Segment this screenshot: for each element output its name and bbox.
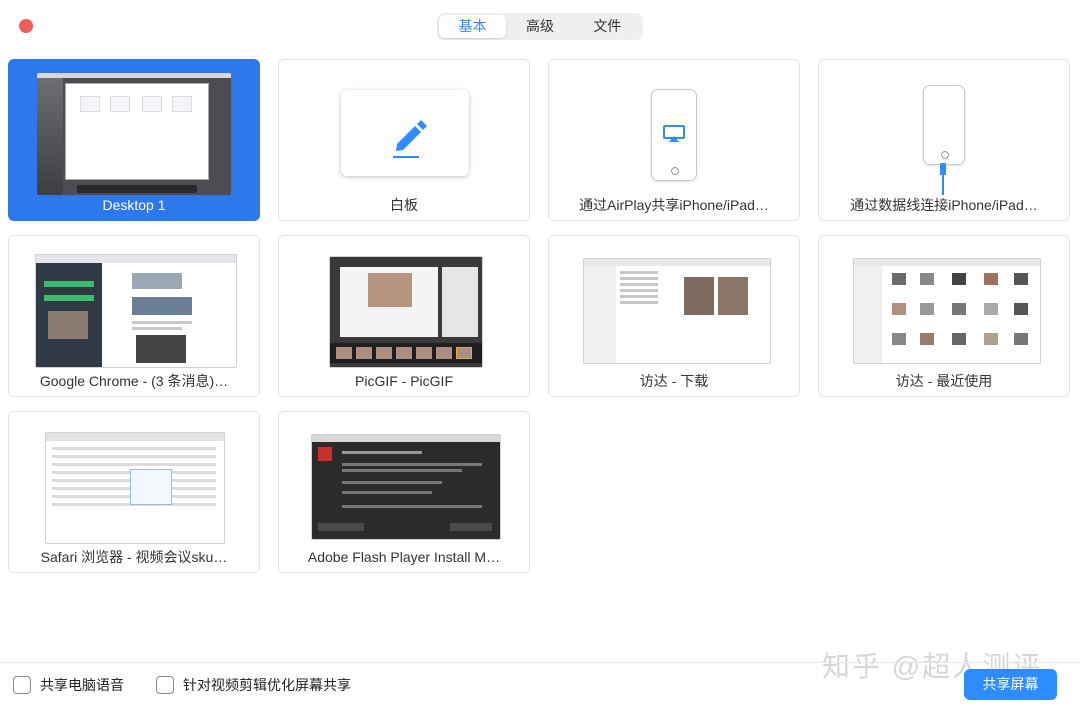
- card-label: Safari 浏览器 - 视频会议sku…: [40, 549, 228, 565]
- finder-downloads-thumbnail: [583, 258, 771, 364]
- share-option-cable[interactable]: 通过数据线连接iPhone/iPad…: [818, 59, 1070, 221]
- share-option-whiteboard[interactable]: 白板: [278, 59, 530, 221]
- chrome-thumbnail: [35, 254, 237, 368]
- card-label: Desktop 1: [102, 197, 166, 213]
- share-option-finder-downloads[interactable]: 访达 - 下载: [548, 235, 800, 397]
- card-label: Google Chrome - (3 条消息)…: [39, 373, 229, 389]
- desktop-thumbnail: [37, 73, 231, 195]
- share-audio-checkbox[interactable]: 共享电脑语音: [13, 675, 124, 695]
- close-window-button[interactable]: [19, 19, 33, 33]
- iphone-thumbnail: [923, 85, 965, 165]
- share-option-picgif[interactable]: PicGIF - PicGIF: [278, 235, 530, 397]
- optimize-video-checkbox[interactable]: 针对视频剪辑优化屏幕共享: [156, 675, 351, 695]
- share-tabs: 基本 高级 文件: [437, 13, 643, 40]
- whiteboard-thumbnail: [341, 90, 469, 176]
- safari-thumbnail: [45, 432, 225, 544]
- share-option-safari[interactable]: Safari 浏览器 - 视频会议sku…: [8, 411, 260, 573]
- share-option-desktop-1[interactable]: Desktop 1: [8, 59, 260, 221]
- share-option-finder-recent[interactable]: 访达 - 最近使用: [818, 235, 1070, 397]
- bottom-bar: 共享电脑语音 针对视频剪辑优化屏幕共享 共享屏幕: [0, 662, 1080, 707]
- card-label: PicGIF - PicGIF: [355, 373, 453, 389]
- flash-installer-thumbnail: [311, 434, 501, 540]
- picgif-thumbnail: [329, 256, 483, 368]
- card-label: 白板: [390, 197, 418, 213]
- card-label: 访达 - 最近使用: [895, 373, 993, 389]
- share-screen-button[interactable]: 共享屏幕: [964, 669, 1057, 700]
- share-option-chrome[interactable]: Google Chrome - (3 条消息)…: [8, 235, 260, 397]
- checkbox-box[interactable]: [13, 676, 31, 694]
- cable-icon: [940, 163, 946, 195]
- finder-recent-thumbnail: [853, 258, 1041, 364]
- card-label: 通过AirPlay共享iPhone/iPad…: [579, 197, 769, 213]
- share-option-flash-installer[interactable]: Adobe Flash Player Install M…: [278, 411, 530, 573]
- tab-basic[interactable]: 基本: [439, 15, 507, 38]
- card-label: 通过数据线连接iPhone/iPad…: [850, 197, 1038, 213]
- share-option-airplay[interactable]: 通过AirPlay共享iPhone/iPad…: [548, 59, 800, 221]
- checkbox-box[interactable]: [156, 676, 174, 694]
- card-label: Adobe Flash Player Install M…: [307, 549, 501, 565]
- airplay-icon: [663, 125, 685, 142]
- share-audio-label: 共享电脑语音: [40, 677, 124, 693]
- tab-advanced[interactable]: 高级: [506, 15, 573, 38]
- iphone-thumbnail: [651, 89, 697, 181]
- card-label: 访达 - 下载: [639, 373, 709, 389]
- optimize-video-label: 针对视频剪辑优化屏幕共享: [183, 677, 351, 693]
- tab-files[interactable]: 文件: [574, 15, 641, 38]
- pen-icon: [393, 120, 427, 158]
